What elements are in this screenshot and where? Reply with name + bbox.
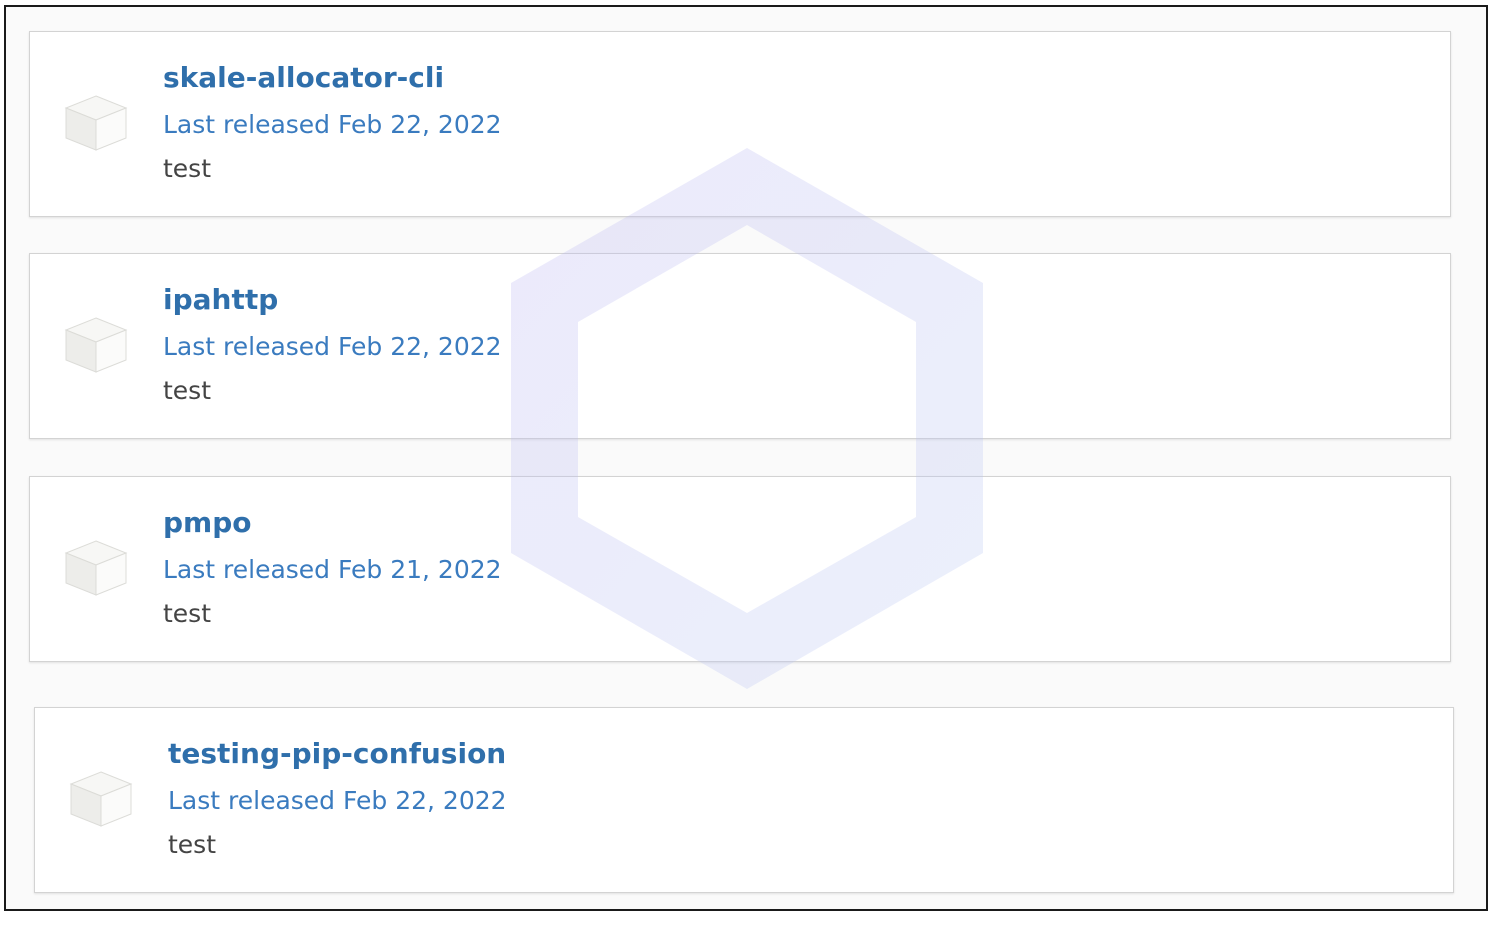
release-date: Last released Feb 22, 2022 [168,786,507,815]
package-box-icon [69,768,133,828]
package-description: test [163,376,212,405]
package-card[interactable]: testing-pip-confusion Last released Feb … [34,707,1454,893]
package-box-icon [64,537,128,597]
package-box-icon [64,314,128,374]
release-date: Last released Feb 22, 2022 [163,332,502,361]
package-name-link[interactable]: skale-allocator-cli [163,61,444,94]
release-date: Last released Feb 21, 2022 [163,555,502,584]
release-date: Last released Feb 22, 2022 [163,110,502,139]
package-card[interactable]: pmpo Last released Feb 21, 2022 test [29,476,1451,662]
package-card[interactable]: skale-allocator-cli Last released Feb 22… [29,31,1451,217]
package-name-link[interactable]: testing-pip-confusion [168,737,506,770]
package-name-link[interactable]: ipahttp [163,283,278,316]
package-description: test [163,599,212,628]
package-card[interactable]: ipahttp Last released Feb 22, 2022 test [29,253,1451,439]
package-name-link[interactable]: pmpo [163,506,252,539]
package-box-icon [64,92,128,152]
package-list-screenshot: skale-allocator-cli Last released Feb 22… [4,5,1488,911]
package-description: test [163,154,212,183]
package-description: test [168,830,217,859]
